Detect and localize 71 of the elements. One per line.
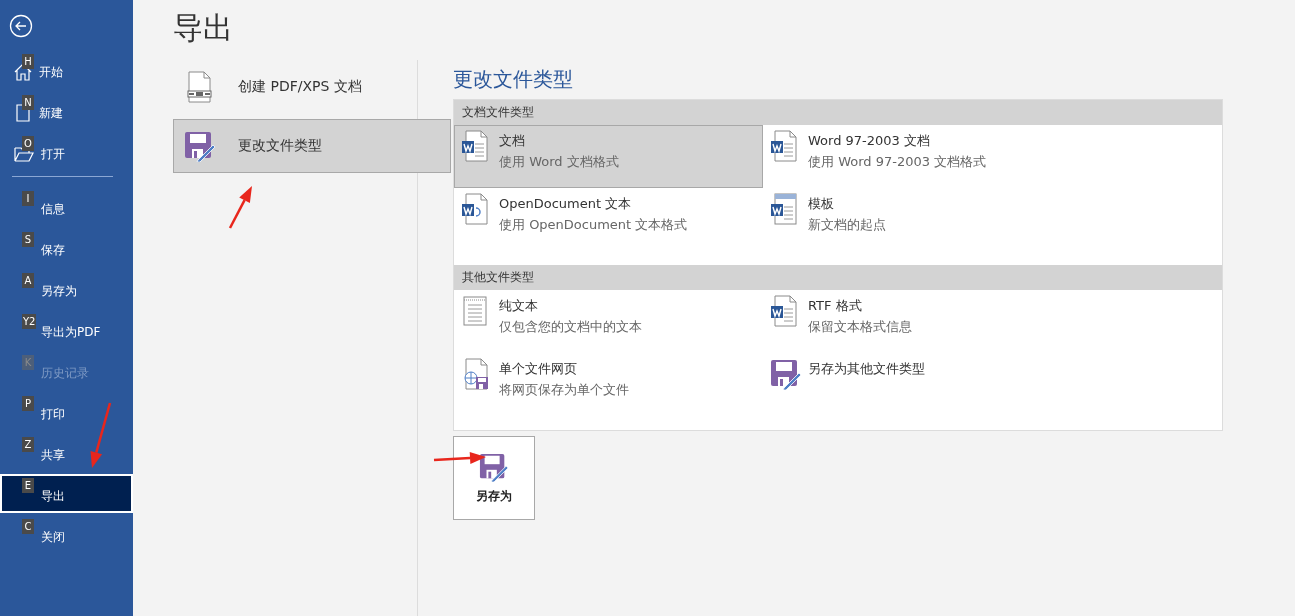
file-type-description: 保留文本格式信息 [808,318,912,336]
file-type-option[interactable]: 另存为其他文件类型 [763,353,1222,416]
file-type-name: 纯文本 [499,297,539,315]
file-type-name: 单个文件网页 [499,360,578,378]
key-tip: N [22,95,34,110]
file-type-name: RTF 格式 [808,297,863,315]
menu-label: 保存 [41,242,65,259]
floppy-pencil-icon [479,451,509,482]
menu-label: 历史记录 [41,365,89,382]
menu-item[interactable]: C 关闭 [0,515,133,554]
menu-item[interactable]: I 信息 [0,187,133,226]
menu-label: 共享 [41,447,65,464]
key-tip: Y2 [22,314,37,329]
file-type-name: Word 97-2003 文档 [808,132,931,150]
menu-item[interactable]: H 开始 [0,50,133,89]
file-type-option[interactable]: 单个文件网页 将网页保存为单个文件 [454,353,763,416]
key-tip: S [22,232,34,247]
group-header: 文档文件类型 [454,100,1222,125]
export-option[interactable]: 更改文件类型 [173,119,451,173]
menu-item[interactable]: N 新建 [0,91,133,130]
home-icon [14,63,32,81]
key-tip: I [22,191,34,206]
key-tip: O [22,136,34,151]
menu-label: 关闭 [41,529,65,546]
key-tip: K [22,355,34,370]
key-tip: Z [22,437,34,452]
menu-label: 新建 [39,105,63,122]
key-tip: H [22,54,34,69]
floppy-pencil-icon [184,130,216,162]
key-tip: P [22,396,34,411]
menu-label: 信息 [41,201,65,218]
file-type-description: 使用 Word 97-2003 文档格式 [808,153,987,171]
file-type-description: 使用 OpenDocument 文本格式 [499,216,688,234]
page-title: 导出 [173,9,234,47]
file-type-description: 使用 Word 文档格式 [499,153,619,171]
file-type-description: 仅包含您的文档中的文本 [499,318,642,336]
group-header: 其他文件类型 [454,265,1222,290]
menu-label: 导出为PDF [41,324,101,341]
file-type-option[interactable]: OpenDocument 文本 使用 OpenDocument 文本格式 [454,188,763,251]
menu-label: 另存为 [41,283,77,300]
menu-item[interactable]: P 打印 [0,392,133,431]
file-type-name: OpenDocument 文本 [499,195,633,213]
new-page-icon [14,104,32,122]
floppy-pencil-icon [770,358,802,390]
menu-item[interactable]: E 导出 [0,474,133,513]
back-icon[interactable] [9,14,33,38]
menu-label: 打印 [41,406,65,423]
file-type-description: 新文档的起点 [808,216,886,234]
menu-label: 打开 [41,146,65,163]
menu-item[interactable]: O 打开 [0,132,133,171]
key-tip: C [22,519,34,534]
menu-item[interactable]: A 另存为 [0,269,133,308]
file-type-name: 另存为其他文件类型 [808,360,925,378]
menu-item[interactable]: S 保存 [0,228,133,267]
key-tip: E [22,478,34,493]
save-as-button[interactable]: 另存为 [453,436,535,520]
export-option[interactable]: 创建 PDF/XPS 文档 [173,60,451,114]
file-type-option[interactable]: 纯文本 仅包含您的文档中的文本 [454,290,763,353]
menu-label: 开始 [39,64,63,81]
file-type-option[interactable]: RTF 格式 保留文本格式信息 [763,290,1222,353]
file-type-description: 将网页保存为单个文件 [499,381,629,399]
folder-icon [14,145,34,163]
file-type-option[interactable]: 文档 使用 Word 文档格式 [454,125,763,188]
file-type-option[interactable]: Word 97-2003 文档 使用 Word 97-2003 文档格式 [763,125,1222,188]
file-type-option[interactable]: 模板 新文档的起点 [763,188,1222,251]
menu-label: 导出 [41,488,65,505]
key-tip: A [22,273,34,288]
file-type-name: 文档 [499,132,526,150]
file-type-name: 模板 [808,195,835,213]
menu-item[interactable]: Y2 导出为PDF [0,310,133,349]
section-heading: 更改文件类型 [453,66,574,93]
